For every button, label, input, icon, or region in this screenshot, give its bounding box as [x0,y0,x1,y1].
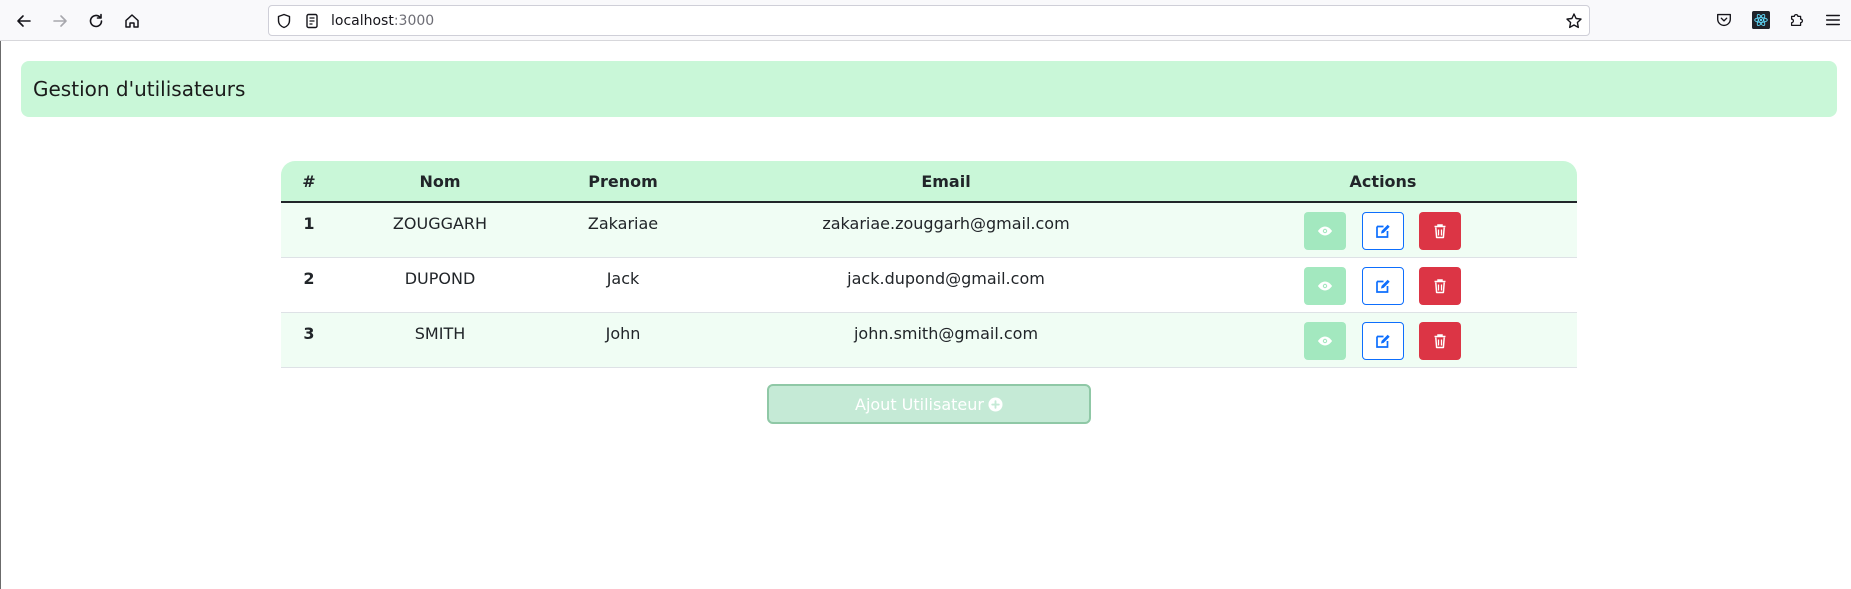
hamburger-menu-icon [1825,14,1841,26]
add-user-label: Ajout Utilisateur [855,394,984,414]
page-icon[interactable] [304,13,320,29]
edit-user-button[interactable] [1362,267,1404,305]
cell-nom: ZOUGGARH [392,214,488,233]
cell-email: john.smith@gmail.com [853,324,1039,343]
shield-icon[interactable] [276,13,292,29]
arrow-left-icon [17,15,31,27]
column-header-nom: Nom [419,172,461,191]
react-icon [1752,11,1770,29]
home-icon [125,14,139,28]
puzzle-icon [1790,13,1804,27]
table-row: 1 ZOUGGARH Zakariae zakariae.zouggarh@gm… [281,203,1577,258]
back-button[interactable] [11,8,37,34]
column-header-actions: Actions [1349,172,1417,191]
url-port: :3000 [393,13,435,29]
pocket-button[interactable] [1714,10,1734,30]
browser-toolbar: localhost:3000 [0,0,1851,41]
trash-icon [1434,279,1446,294]
home-button[interactable] [119,8,145,34]
view-user-button[interactable] [1304,267,1346,305]
column-header-number: # [302,172,316,191]
delete-user-button[interactable] [1419,322,1461,360]
trash-icon [1434,224,1446,239]
reload-button[interactable] [83,8,109,34]
column-header-prenom: Prenom [588,172,658,191]
cell-prenom: Zakariae [587,214,659,233]
menu-button[interactable] [1823,10,1843,30]
cell-number: 1 [303,214,315,233]
url-host: localhost [331,13,394,29]
arrow-right-icon [53,15,67,27]
delete-user-button[interactable] [1419,212,1461,250]
eye-icon [1318,281,1332,291]
edit-icon [1376,224,1390,238]
cell-email: jack.dupond@gmail.com [847,269,1045,288]
edit-icon [1376,334,1390,348]
cell-nom: SMITH [414,324,466,343]
view-user-button[interactable] [1304,322,1346,360]
react-devtools-button[interactable] [1751,10,1771,30]
trash-icon [1434,334,1446,349]
bookmark-star-icon[interactable] [1565,12,1583,30]
edit-icon [1376,279,1390,293]
cell-prenom: John [605,324,641,343]
plus-circle-icon [988,396,1003,412]
table-row: 3 SMITH John john.smith@gmail.com [281,313,1577,368]
add-user-button[interactable]: Ajout Utilisateur [767,384,1091,424]
cell-email: zakariae.zouggarh@gmail.com [822,214,1070,233]
delete-user-button[interactable] [1419,267,1461,305]
pocket-icon [1717,13,1731,27]
page-title: Gestion d'utilisateurs [33,77,246,101]
table-header: # Nom Prenom Email Actions [281,161,1577,203]
header-banner: Gestion d'utilisateurs [21,61,1837,117]
users-table: # Nom Prenom Email Actions 1 ZOUGGARH Za… [281,161,1577,368]
edit-user-button[interactable] [1362,212,1404,250]
cell-prenom: Jack [606,269,640,288]
cell-number: 2 [303,269,315,288]
view-user-button[interactable] [1304,212,1346,250]
page-border [0,41,1,589]
column-header-email: Email [921,172,971,191]
edit-user-button[interactable] [1362,322,1404,360]
reload-icon [89,13,103,28]
cell-number: 3 [303,324,315,343]
cell-nom: DUPOND [404,269,476,288]
extensions-button[interactable] [1787,10,1807,30]
address-bar[interactable]: localhost:3000 [268,5,1590,36]
table-row: 2 DUPOND Jack jack.dupond@gmail.com [281,258,1577,313]
eye-icon [1318,336,1332,346]
eye-icon [1318,226,1332,236]
url-text[interactable]: localhost:3000 [331,12,434,30]
forward-button[interactable] [47,8,73,34]
